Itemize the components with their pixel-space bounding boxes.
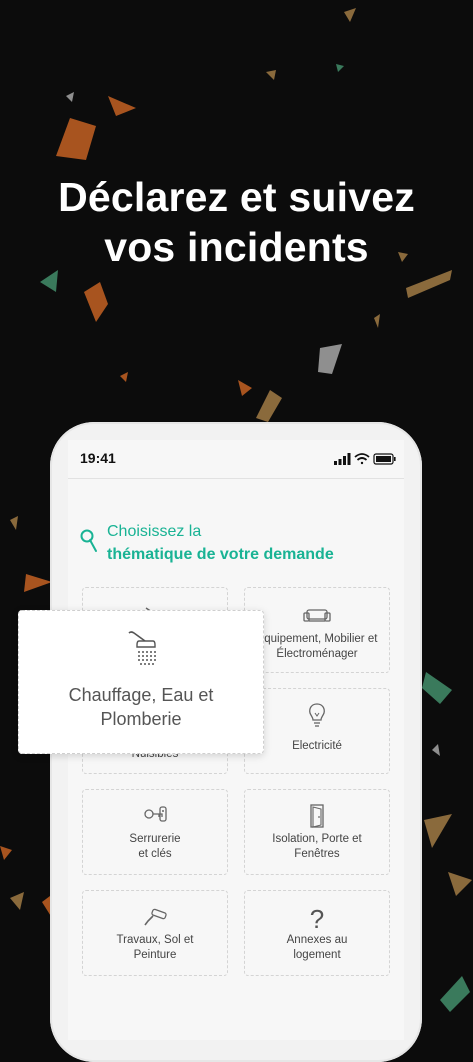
- keys-icon: [144, 806, 167, 822]
- headline-line-1: Déclarez et suivez: [58, 174, 415, 220]
- header-divider: [68, 478, 404, 479]
- status-time: 19:41: [80, 450, 116, 466]
- svg-text:?: ?: [310, 904, 324, 933]
- headline: Déclarez et suivez vos incidents: [0, 172, 473, 272]
- selected-tile-chauffage[interactable]: Chauffage, Eau et Plomberie: [18, 610, 264, 754]
- tile-serrurerie[interactable]: Serrurerie et clés: [82, 789, 228, 875]
- tile-isolation[interactable]: Isolation, Porte et Fenêtres: [244, 789, 390, 875]
- shower-icon: [128, 631, 156, 665]
- status-icons: [334, 453, 396, 465]
- question-mark-icon: ?: [310, 904, 324, 933]
- door-icon: [310, 804, 324, 828]
- tile-serrurerie-label-2: et clés: [138, 848, 172, 860]
- tile-electricite-label: Electricité: [292, 740, 342, 752]
- tile-travaux[interactable]: Travaux, Sol et Peinture: [82, 890, 228, 976]
- tile-equipement[interactable]: Équipement, Mobilier et Électroménager: [244, 587, 390, 673]
- tile-isolation-label-1: Isolation, Porte et: [272, 833, 362, 845]
- tile-annexes-label-1: Annexes au: [286, 934, 348, 946]
- status-bar: 19:41: [80, 449, 396, 469]
- tile-serrurerie-label-1: Serrurerie: [129, 833, 181, 845]
- lightbulb-icon: [309, 703, 325, 727]
- tile-travaux-label-2: Peinture: [133, 949, 177, 961]
- selected-tile-label-2: Plomberie: [100, 709, 182, 729]
- wifi-icon: [354, 453, 370, 465]
- tile-isolation-label-2: Fenêtres: [294, 848, 340, 860]
- tile-annexes[interactable]: ? Annexes au logement: [244, 890, 390, 976]
- sofa-icon: [303, 609, 331, 622]
- signal-icon: [334, 453, 351, 465]
- magnifier-icon: [80, 529, 97, 552]
- selected-tile-label-1: Chauffage, Eau et: [68, 685, 214, 705]
- tile-travaux-label-1: Travaux, Sol et: [116, 934, 194, 946]
- headline-line-2: vos incidents: [104, 224, 369, 270]
- tile-equipement-label-1: Équipement, Mobilier et: [256, 633, 378, 645]
- tile-annexes-label-2: logement: [293, 949, 341, 961]
- tile-electricite[interactable]: Electricité: [244, 688, 390, 774]
- battery-icon: [373, 453, 396, 465]
- picker-title-line-2: thématique de votre demande: [107, 546, 334, 563]
- paint-roller-icon: [144, 908, 167, 926]
- tile-equipement-label-2: Électroménager: [276, 648, 358, 660]
- picker-title-line-1: Choisissez la: [107, 523, 202, 540]
